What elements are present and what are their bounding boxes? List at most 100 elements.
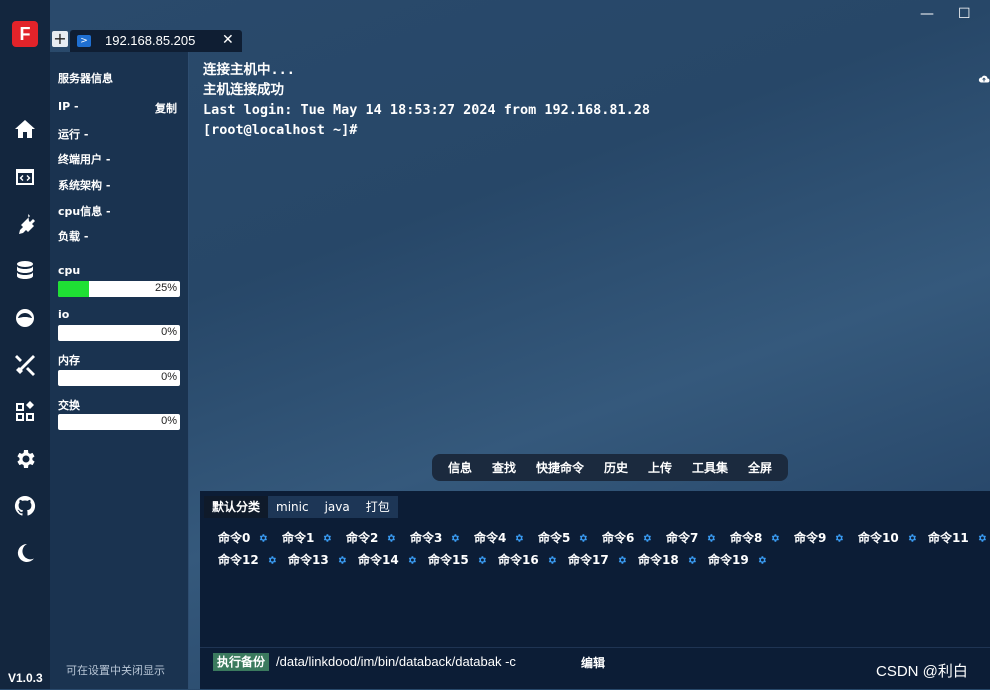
swap-meter-label: 交换 — [58, 399, 80, 412]
command-label: 命令10 — [858, 531, 899, 545]
gear-icon[interactable] — [337, 554, 347, 564]
database-icon[interactable] — [13, 259, 37, 283]
command-item[interactable]: 命令13 — [288, 551, 347, 568]
gear-icon[interactable] — [706, 532, 716, 542]
maximize-button[interactable]: ☐ — [958, 6, 971, 22]
command-item[interactable]: 命令1 — [282, 529, 332, 546]
toolbar-info[interactable]: 信息 — [448, 459, 472, 476]
terminal-output[interactable]: 连接主机中... 主机连接成功 Last login: Tue May 14 1… — [203, 60, 973, 140]
command-item[interactable]: 命令3 — [410, 529, 460, 546]
copy-ip-button[interactable]: 复制 — [155, 100, 177, 116]
toolbar-search[interactable]: 查找 — [492, 459, 516, 476]
close-tab-icon[interactable]: ✕ — [222, 32, 234, 48]
plug-icon[interactable] — [13, 212, 37, 236]
gear-icon[interactable] — [977, 532, 987, 542]
gear-icon[interactable] — [514, 532, 524, 542]
command-label: 命令17 — [568, 553, 609, 567]
session-tab[interactable]: > 192.168.85.205 ✕ — [70, 30, 242, 52]
command-item[interactable]: 命令12 — [218, 551, 277, 568]
cpu-meter-fill — [58, 281, 89, 297]
cpu-meter-value: 25% — [154, 282, 177, 294]
command-item[interactable]: 命令9 — [794, 529, 844, 546]
command-item[interactable]: 命令11 — [928, 529, 987, 546]
command-label: 命令14 — [358, 553, 399, 567]
command-label: 命令0 — [218, 531, 251, 545]
command-item[interactable]: 命令0 — [218, 529, 268, 546]
gear-icon[interactable] — [450, 532, 460, 542]
gear-icon[interactable] — [407, 554, 417, 564]
gear-icon[interactable] — [642, 532, 652, 542]
toolbar-upload[interactable]: 上传 — [648, 459, 672, 476]
code-icon[interactable] — [13, 165, 37, 189]
command-item[interactable]: 命令14 — [358, 551, 417, 568]
run-backup-button[interactable]: 执行备份 — [213, 653, 270, 671]
server-info-title: 服务器信息 — [58, 72, 113, 85]
gear-icon[interactable] — [386, 532, 396, 542]
toolbar-fullscreen[interactable]: 全屏 — [748, 459, 772, 476]
command-label: 命令4 — [474, 531, 507, 545]
gear-icon[interactable] — [322, 532, 332, 542]
minimize-button[interactable]: — — [920, 6, 934, 22]
tab-default-category[interactable]: 默认分类 — [204, 496, 269, 518]
moon-icon[interactable] — [13, 541, 37, 565]
command-item[interactable]: 命令18 — [638, 551, 697, 568]
tools-icon[interactable] — [13, 353, 37, 377]
info-ip: IP - — [58, 100, 79, 113]
command-item[interactable]: 命令16 — [498, 551, 557, 568]
command-item[interactable]: 命令4 — [474, 529, 524, 546]
command-item[interactable]: 命令10 — [858, 529, 917, 546]
toolbar-history[interactable]: 历史 — [604, 459, 628, 476]
swap-meter: 0% — [58, 414, 180, 430]
swap-meter-value: 0% — [161, 415, 177, 427]
docker-icon[interactable] — [13, 306, 37, 330]
tab-java[interactable]: java — [316, 496, 358, 518]
command-item[interactable]: 命令17 — [568, 551, 627, 568]
settings-icon[interactable] — [13, 447, 37, 471]
io-meter: 0% — [58, 325, 180, 341]
toolbar-toolset[interactable]: 工具集 — [692, 459, 728, 476]
left-navbar: F V1.0.3 — [0, 0, 50, 689]
command-panel: 默认分类 minic java 打包 命令0 命令1 命令2 命令3 命令4 命令5 命令6… — [200, 491, 990, 689]
gear-icon[interactable] — [267, 554, 277, 564]
gear-icon[interactable] — [547, 554, 557, 564]
command-item[interactable]: 命令8 — [730, 529, 780, 546]
command-item[interactable]: 命令19 — [708, 551, 767, 568]
gear-icon[interactable] — [687, 554, 697, 564]
run-command-path: /data/linkdood/im/bin/databack/databak -… — [276, 654, 516, 669]
home-icon[interactable] — [13, 117, 37, 141]
command-item[interactable]: 命令7 — [666, 529, 716, 546]
terminal-icon: > — [77, 35, 91, 47]
gear-icon[interactable] — [757, 554, 767, 564]
edit-button[interactable]: 编辑 — [581, 654, 605, 671]
tab-package[interactable]: 打包 — [357, 496, 398, 518]
gear-icon[interactable] — [834, 532, 844, 542]
command-item[interactable]: 命令5 — [538, 529, 588, 546]
add-tab-button[interactable]: + — [52, 31, 68, 47]
gear-icon[interactable] — [477, 554, 487, 564]
terminal-toolbar: 信息 查找 快捷命令 历史 上传 工具集 全屏 — [432, 454, 788, 481]
tab-title: 192.168.85.205 — [105, 33, 196, 48]
server-info-panel: 服务器信息 IP - 复制 运行 - 终端用户 - 系统架构 - cpu信息 -… — [50, 52, 189, 689]
command-item[interactable]: 命令2 — [346, 529, 396, 546]
gear-icon[interactable] — [258, 532, 268, 542]
gear-icon[interactable] — [770, 532, 780, 542]
command-item[interactable]: 命令15 — [428, 551, 487, 568]
apps-icon[interactable] — [13, 400, 37, 424]
version-label: V1.0.3 — [8, 671, 43, 685]
app-logo: F — [12, 21, 38, 47]
io-meter-value: 0% — [161, 326, 177, 338]
command-label: 命令3 — [410, 531, 443, 545]
cloud-upload-icon[interactable] — [978, 70, 990, 83]
gear-icon[interactable] — [617, 554, 627, 564]
command-label: 命令15 — [428, 553, 469, 567]
memory-meter: 0% — [58, 370, 180, 386]
toolbar-quick-commands[interactable]: 快捷命令 — [536, 459, 584, 476]
gear-icon[interactable] — [907, 532, 917, 542]
github-icon[interactable] — [13, 494, 37, 518]
memory-meter-value: 0% — [161, 371, 177, 383]
tab-minic[interactable]: minic — [268, 496, 317, 518]
command-item[interactable]: 命令6 — [602, 529, 652, 546]
gear-icon[interactable] — [578, 532, 588, 542]
command-label: 命令2 — [346, 531, 379, 545]
command-tabs: 默认分类 minic java 打包 — [204, 496, 398, 518]
